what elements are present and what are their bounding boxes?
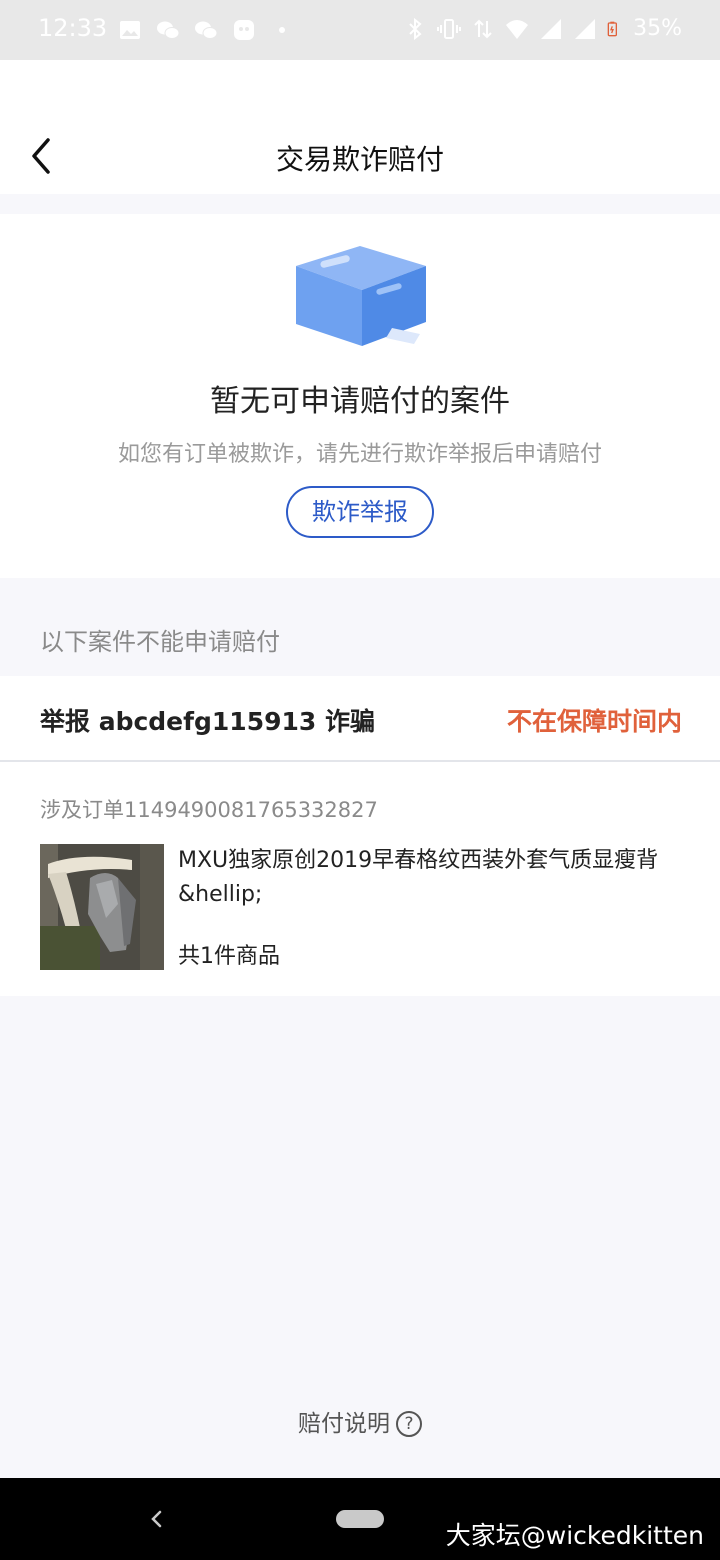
empty-state-card: 暂无可申请赔付的案件 如您有订单被欺诈，请先进行欺诈举报后申请赔付 欺诈举报 — [0, 214, 720, 578]
bluetooth-icon — [409, 17, 422, 40]
empty-state-description: 如您有订单被欺诈，请先进行欺诈举报后申请赔付 — [117, 442, 602, 467]
page-title: 交易欺诈赔付 — [275, 143, 444, 176]
nav-home-pill[interactable] — [336, 1510, 384, 1528]
nav-back-icon[interactable] — [146, 1504, 166, 1534]
fraud-report-button[interactable]: 欺诈举报 — [286, 486, 434, 538]
system-nav-bar: 大家坛@wickedkitten — [0, 1478, 720, 1560]
question-circle-icon: ? — [396, 1411, 422, 1437]
case-card[interactable]: 举报 abcdefg115913 诈骗 不在保障时间内 涉及订单11494900… — [0, 676, 720, 996]
product-image — [40, 844, 164, 970]
case-title: 举报 abcdefg115913 诈骗 — [40, 707, 375, 736]
watermark-text: 大家坛@wickedkitten — [445, 1521, 704, 1550]
case-status: 不在保障时间内 — [506, 707, 682, 736]
order-number: 涉及订单1149490081765332827 — [40, 798, 378, 822]
app-header: 交易欺诈赔付 — [0, 60, 720, 194]
wifi-icon — [506, 19, 529, 39]
signal-roaming-icon — [575, 18, 596, 39]
battery-charging-icon — [607, 21, 618, 36]
battery-percentage: 35% — [633, 16, 682, 41]
signal-icon — [541, 18, 562, 39]
empty-state-title: 暂无可申请赔付的案件 — [210, 384, 510, 419]
wechat-icon — [195, 21, 218, 39]
ineligible-cases-label: 以下案件不能申请赔付 — [40, 628, 280, 656]
product-name: MXU独家原创2019早春格纹西装外套气质显瘦背&hellip; — [178, 848, 659, 907]
compensation-info-link[interactable]: 赔付说明? — [0, 1404, 720, 1438]
product-count: 共1件商品 — [178, 944, 280, 969]
app-icon — [234, 20, 254, 40]
empty-box-icon — [296, 246, 426, 346]
status-bar: 12:33 35% — [0, 0, 720, 60]
divider — [0, 760, 720, 762]
gallery-icon — [120, 21, 140, 39]
status-time: 12:33 — [38, 14, 108, 42]
wechat-icon — [157, 21, 180, 39]
dot-icon — [279, 27, 285, 33]
data-arrows-icon — [474, 19, 492, 38]
notification-icons — [118, 18, 294, 42]
vibrate-icon — [437, 18, 462, 39]
compensation-info-label: 赔付说明 — [298, 1411, 390, 1437]
system-icons: 35% — [403, 16, 682, 41]
